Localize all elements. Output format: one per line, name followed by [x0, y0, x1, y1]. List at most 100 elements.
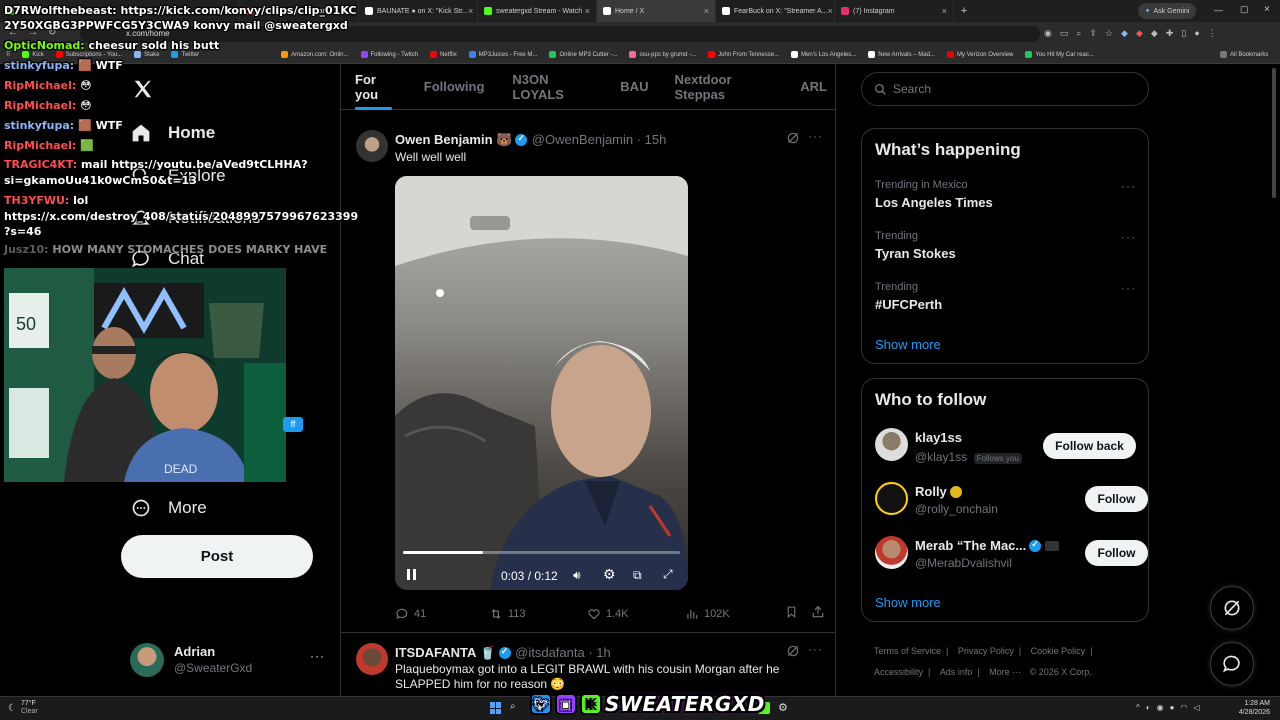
tweet[interactable]: Owen Benjamin 🐻 @OwenBenjamin · 15h ··· …	[341, 111, 835, 633]
close-tab-icon[interactable]: ×	[468, 6, 473, 16]
bookmark[interactable]: Netflix	[424, 51, 463, 58]
tray-app-icon[interactable]: ●	[1170, 703, 1175, 712]
footer-link[interactable]: Terms of Service	[874, 646, 941, 656]
close-tab-icon[interactable]: ×	[942, 6, 947, 16]
trend-more-icon[interactable]: ···	[1121, 281, 1136, 295]
close-tab-icon[interactable]: ×	[704, 6, 709, 16]
browser-tab[interactable]: IRLToolkit - Dashboard ×	[240, 0, 359, 22]
grok-icon[interactable]	[786, 131, 800, 150]
bookmark[interactable]: You Hit My Car reac...	[1019, 51, 1099, 58]
tray-chevron-icon[interactable]: ^	[1136, 703, 1140, 712]
bookmark[interactable]: Twitter	[165, 51, 205, 58]
video-progress-track[interactable]	[403, 551, 680, 554]
search-input[interactable]: Search	[861, 72, 1149, 106]
footer-more-link[interactable]: More ···	[989, 667, 1021, 677]
reply-button[interactable]: 41	[395, 605, 489, 622]
account-switcher[interactable]: Adrian @SweaterGxd ···	[130, 641, 330, 681]
back-icon[interactable]: ←	[8, 27, 18, 38]
bookmark[interactable]: Amazon.com: Onlin...	[275, 51, 354, 58]
start-icon[interactable]	[490, 702, 502, 714]
taskbar-search-icon[interactable]: ⌕	[510, 701, 516, 712]
bookmark[interactable]: Stake	[128, 51, 165, 58]
sidebar-icon[interactable]: ▯	[1181, 28, 1186, 39]
volume-icon[interactable]: ◁	[1193, 703, 1199, 712]
views-button[interactable]: 102K	[685, 605, 785, 622]
weather-widget[interactable]: ☾ 77°F Clear	[8, 700, 38, 716]
ask-gemini-button[interactable]: ✦ Ask Gemini	[1138, 3, 1196, 19]
tweet-author-name[interactable]: ITSDAFANTA 🥤	[395, 645, 496, 660]
bookmark[interactable]: Kick	[16, 51, 49, 58]
nav-explore[interactable]: Explore	[130, 165, 226, 187]
grok-fab[interactable]	[1210, 586, 1254, 630]
all-bookmarks[interactable]: All Bookmarks	[1214, 51, 1274, 58]
browser-tab[interactable]: BAUNATE ● on X: "Kick Str... ×	[359, 0, 478, 22]
tab-nextdoor-steppas[interactable]: Nextdoor Steppas	[656, 64, 782, 110]
browser-tab-active[interactable]: Home / X ×	[597, 0, 716, 22]
bookmark[interactable]: MP3Juices - Free M...	[463, 51, 544, 58]
trend-more-icon[interactable]: ···	[1121, 179, 1136, 193]
avatar[interactable]	[356, 643, 388, 675]
close-tab-icon[interactable]: ×	[347, 6, 352, 16]
who-to-follow-show-more[interactable]: Show more	[875, 595, 941, 610]
cast-icon[interactable]: ▭	[1060, 28, 1069, 39]
trends-show-more[interactable]: Show more	[875, 337, 941, 352]
tab-arl[interactable]: ARL	[782, 64, 835, 110]
profile-icon[interactable]: ●	[1194, 28, 1199, 39]
nav-more[interactable]: More	[130, 497, 207, 519]
tweet-video[interactable]: 0:03 / 0:12 🔊︎ ⚙ ⧉ ⤢	[395, 176, 688, 590]
pip-icon[interactable]: ⧉	[633, 568, 642, 583]
minimize-icon[interactable]: —	[1214, 5, 1223, 15]
browser-tab[interactable]: ×	[0, 0, 240, 22]
tab-n3on-loyals[interactable]: N3ON LOYALS	[492, 64, 602, 110]
new-tab-button[interactable]: +	[954, 5, 974, 17]
footer-link[interactable]: Accessibility	[874, 667, 923, 677]
close-window-icon[interactable]: ×	[1264, 4, 1270, 15]
bookmark-icon[interactable]	[785, 605, 811, 622]
follow-back-button[interactable]: Follow back	[1043, 433, 1136, 459]
bookmark[interactable]: Subscriptions - You...	[50, 51, 128, 58]
footer-link[interactable]: Cookie Policy	[1031, 646, 1086, 656]
like-button[interactable]: 1.4K	[587, 605, 685, 622]
tab-following[interactable]: Following	[406, 64, 493, 110]
tweet-handle[interactable]: @itsdafanta · 1h	[515, 645, 611, 660]
follow-button[interactable]: Follow	[1085, 486, 1148, 512]
avatar[interactable]	[356, 130, 388, 162]
bookmark[interactable]: Online MP3 Cutter -...	[543, 51, 623, 58]
forward-icon[interactable]: →	[28, 27, 38, 38]
tab-for-you[interactable]: For you	[341, 64, 406, 110]
browser-tab[interactable]: (7) Instagram ×	[835, 0, 954, 22]
bookmark[interactable]: Following - Twitch	[355, 51, 425, 58]
bookmark[interactable]: osu-pps by grumd -...	[623, 51, 702, 58]
repost-button[interactable]: 113	[489, 605, 587, 622]
nav-notifications[interactable]: Notifications	[130, 207, 261, 229]
avatar[interactable]	[875, 428, 908, 461]
apps-icon[interactable]: ⠿	[0, 51, 16, 58]
footer-link[interactable]: Ads info	[940, 667, 973, 677]
extension-icon[interactable]: ◆	[1151, 28, 1158, 39]
volume-icon[interactable]: 🔊︎	[573, 568, 581, 583]
tab-bau[interactable]: BAU	[602, 64, 656, 110]
menu-icon[interactable]: ⋮	[1208, 28, 1217, 39]
close-tab-icon[interactable]: ×	[828, 6, 833, 16]
address-bar[interactable]: x.com/home	[80, 26, 1040, 42]
bookmark[interactable]: John From Tennesse...	[702, 51, 785, 58]
tweet-handle[interactable]: @OwenBenjamin · 15h	[532, 132, 667, 147]
trend-more-icon[interactable]: ···	[1121, 230, 1136, 244]
extension-icon[interactable]: ◆	[1136, 28, 1143, 39]
tray-app-icon[interactable]: ◐	[1146, 703, 1151, 712]
tweet-more-icon[interactable]: ···	[808, 642, 823, 656]
extension-icon[interactable]: ◆	[1121, 28, 1128, 39]
x-logo-icon[interactable]	[132, 78, 154, 105]
star-icon[interactable]: ☆	[1105, 28, 1113, 39]
nav-chat[interactable]: Chat	[130, 248, 204, 270]
taskbar-app-icon[interactable]: ⚙	[778, 701, 788, 714]
settings-icon[interactable]: ⚙	[603, 566, 616, 583]
follow-button[interactable]: Follow	[1085, 540, 1148, 566]
browser-tab[interactable]: sweatergxd Stream - Watch ×	[478, 0, 597, 22]
maximize-icon[interactable]: ▢	[1240, 4, 1249, 15]
location-icon[interactable]: ◉	[1044, 28, 1052, 39]
post-button[interactable]: Post	[121, 535, 313, 578]
share-icon[interactable]	[811, 605, 825, 622]
footer-link[interactable]: Privacy Policy	[958, 646, 1014, 656]
avatar[interactable]	[875, 482, 908, 515]
